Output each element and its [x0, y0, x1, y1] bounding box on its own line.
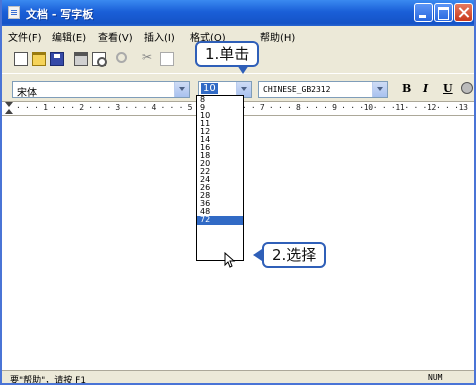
close-button[interactable] — [454, 3, 473, 22]
script-combo[interactable]: CHINESE_GB2312 — [258, 81, 388, 98]
callout-1-pointer — [237, 65, 249, 74]
indent-marker-icon[interactable] — [5, 102, 13, 115]
copy-icon[interactable] — [160, 52, 174, 66]
callout-2-pointer — [253, 249, 262, 261]
callout-step-1: 1.单击 — [195, 41, 260, 67]
status-help-text: 要"帮助"，请按 F1 — [10, 376, 87, 385]
underline-button[interactable]: U — [443, 82, 453, 95]
font-name-value: 宋体 — [17, 88, 37, 99]
color-icon[interactable] — [461, 82, 473, 94]
status-bar: 要"帮助"，请按 F1 NUM — [2, 370, 474, 385]
minimize-button[interactable] — [414, 3, 433, 22]
window-title: 文档 - 写字板 — [26, 8, 94, 21]
callout-step-2: 2.选择 — [262, 242, 327, 268]
save-icon[interactable] — [50, 52, 64, 66]
mouse-cursor-icon — [224, 252, 236, 268]
status-num-indicator: NUM — [428, 373, 443, 382]
print-icon[interactable] — [74, 52, 88, 66]
chevron-down-icon[interactable] — [174, 82, 189, 97]
menu-file[interactable]: 文件(F) — [8, 29, 42, 44]
new-icon[interactable] — [14, 52, 28, 66]
script-value: CHINESE_GB2312 — [263, 85, 331, 94]
title-bar[interactable]: 文档 - 写字板 — [2, 0, 474, 26]
cut-icon[interactable] — [142, 50, 156, 66]
open-icon[interactable] — [32, 52, 46, 66]
document-icon — [8, 6, 20, 19]
print-preview-icon[interactable] — [92, 52, 107, 67]
font-size-dropdown-list[interactable]: 8 9 10 11 12 14 16 18 20 22 24 26 28 36 48 72 — [196, 95, 244, 261]
menu-insert[interactable]: 插入(I) — [144, 29, 175, 44]
font-size-value: 10 — [201, 83, 218, 94]
font-name-combo[interactable]: 宋体 — [12, 81, 190, 99]
menu-help[interactable]: 帮助(H) — [260, 29, 295, 44]
menu-edit[interactable]: 编辑(E) — [52, 29, 86, 44]
bold-button[interactable]: B — [402, 82, 411, 95]
chevron-down-icon[interactable] — [372, 82, 387, 97]
find-icon[interactable] — [116, 52, 127, 63]
menu-view[interactable]: 查看(V) — [98, 29, 133, 44]
maximize-button[interactable] — [434, 3, 453, 22]
italic-button[interactable]: I — [423, 82, 428, 95]
font-size-option[interactable]: 72 — [197, 216, 243, 225]
